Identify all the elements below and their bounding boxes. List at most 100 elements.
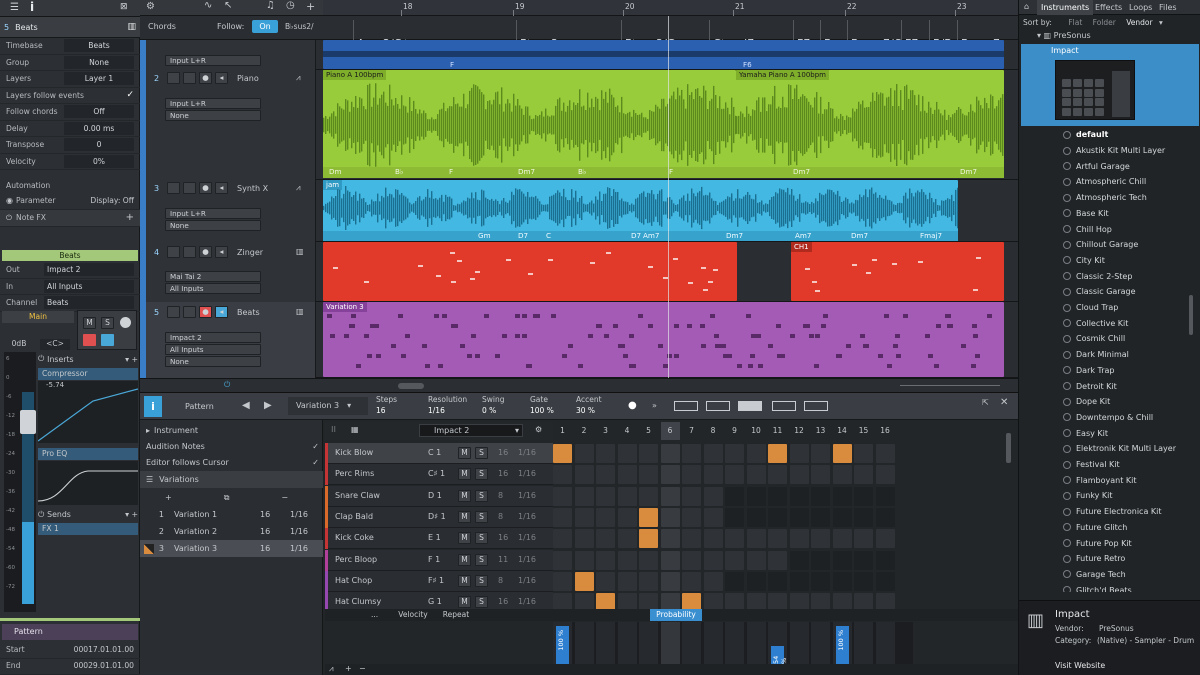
add-track-icon[interactable]: + bbox=[306, 0, 315, 13]
channel-value[interactable]: Beats bbox=[44, 296, 134, 310]
step-cell[interactable] bbox=[725, 529, 744, 549]
preset-item[interactable]: Chillout Garage bbox=[1063, 237, 1200, 253]
preset-item[interactable]: Artful Garage bbox=[1063, 158, 1200, 174]
preset-item[interactable]: default bbox=[1063, 127, 1200, 143]
step-cell[interactable] bbox=[596, 507, 615, 527]
monitor-button[interactable]: ◂ bbox=[215, 306, 228, 318]
step-cell[interactable] bbox=[746, 507, 766, 527]
step-cell[interactable] bbox=[746, 465, 766, 485]
step-cell[interactable] bbox=[789, 444, 809, 463]
step-cell[interactable] bbox=[639, 571, 658, 591]
steps-group[interactable]: Steps 16 bbox=[376, 395, 397, 415]
automation-icon[interactable]: ∿ bbox=[204, 0, 212, 11]
add-variation-icon[interactable]: + bbox=[165, 493, 172, 502]
instrument-mute-button[interactable]: M bbox=[458, 574, 471, 587]
step-cell[interactable] bbox=[617, 593, 637, 609]
track-name[interactable]: Piano bbox=[237, 74, 259, 83]
step-cell[interactable] bbox=[875, 486, 895, 506]
out-value[interactable]: Impact 2 bbox=[44, 263, 134, 277]
mute-button[interactable]: M bbox=[83, 317, 96, 329]
preset-item[interactable]: Future Pop Kit bbox=[1063, 535, 1200, 551]
instrument-solo-button[interactable]: S bbox=[475, 510, 488, 523]
step-cell[interactable] bbox=[746, 550, 766, 570]
step-cell[interactable] bbox=[725, 465, 744, 485]
pan-readout[interactable]: <C> bbox=[40, 339, 70, 350]
step-cell[interactable] bbox=[746, 593, 766, 609]
step-cell[interactable] bbox=[682, 593, 701, 609]
probability-bar[interactable]: 54 % bbox=[771, 646, 788, 664]
display-off[interactable]: Display: Off bbox=[90, 196, 134, 205]
horizontal-scrollbar[interactable] bbox=[398, 383, 424, 389]
home-icon[interactable]: ⌂ bbox=[1024, 2, 1029, 11]
instrument-mute-button[interactable]: M bbox=[458, 532, 471, 545]
preset-item[interactable]: Downtempo & Chill bbox=[1063, 410, 1200, 426]
sort-options-icon[interactable]: ▾ bbox=[1159, 18, 1163, 27]
step-cell[interactable] bbox=[789, 550, 809, 570]
view-button-4[interactable] bbox=[772, 401, 796, 411]
step-cell[interactable] bbox=[768, 550, 787, 570]
variation-select[interactable]: Variation 3 ▾ bbox=[288, 397, 368, 415]
step-cell[interactable] bbox=[811, 486, 830, 506]
step-cell[interactable] bbox=[553, 444, 572, 463]
probability-cell[interactable] bbox=[639, 622, 658, 664]
step-cell[interactable] bbox=[854, 507, 873, 527]
send-fx1[interactable]: FX 1 bbox=[38, 523, 138, 535]
monitor-icon[interactable] bbox=[120, 317, 131, 328]
audio-clip-piano-b[interactable]: Yamaha Piano A 100bpm bbox=[736, 70, 1004, 178]
playhead[interactable] bbox=[668, 16, 669, 378]
clock-icon[interactable]: ◷ bbox=[286, 0, 295, 11]
preset-item[interactable]: Classic Garage bbox=[1063, 284, 1200, 300]
preset-item[interactable]: Collective Kit bbox=[1063, 315, 1200, 331]
step-cell[interactable] bbox=[660, 593, 680, 609]
lane-tab-repeat[interactable]: Repeat bbox=[437, 609, 475, 621]
follow-check-icon[interactable]: ✓ bbox=[312, 458, 319, 467]
probability-lane[interactable]: 100 % 54 % 100 % bbox=[553, 622, 913, 664]
track-input[interactable]: Mai Tai 2 bbox=[165, 271, 261, 282]
step-cell[interactable] bbox=[789, 486, 809, 506]
step-cell[interactable] bbox=[875, 571, 895, 591]
step-cell[interactable] bbox=[725, 571, 744, 591]
step-cell[interactable] bbox=[703, 571, 723, 591]
tab-instruments[interactable]: Instruments bbox=[1037, 0, 1094, 15]
preset-item[interactable]: Atmospheric Tech bbox=[1063, 190, 1200, 206]
step-cell[interactable] bbox=[832, 507, 852, 527]
in-row[interactable]: In All Inputs bbox=[0, 279, 140, 295]
mute-button[interactable] bbox=[167, 72, 180, 84]
step-cell[interactable] bbox=[660, 486, 680, 506]
instrument-mute-button[interactable]: M bbox=[458, 596, 471, 609]
step-cell[interactable] bbox=[789, 571, 809, 591]
probability-cell[interactable] bbox=[811, 622, 830, 664]
step-cell[interactable] bbox=[811, 507, 830, 527]
mute-button[interactable] bbox=[167, 306, 180, 318]
view-button-3[interactable] bbox=[738, 401, 762, 411]
instrument-row[interactable]: Perc Bloop F 1 M S 11 1/16 bbox=[325, 549, 553, 571]
instrument-solo-button[interactable]: S bbox=[475, 447, 488, 459]
instrument-mute-button[interactable]: M bbox=[458, 468, 471, 481]
preset-item[interactable]: Atmospheric Chill bbox=[1063, 174, 1200, 190]
step-cell[interactable] bbox=[660, 550, 680, 570]
instrument-row[interactable]: Hat Clumsy G 1 M S 16 1/16 bbox=[325, 592, 553, 609]
close-icon[interactable]: ✕ bbox=[1000, 397, 1008, 408]
step-cell[interactable] bbox=[703, 529, 723, 549]
preset-item[interactable]: Future Glitch bbox=[1063, 520, 1200, 536]
in-value[interactable]: All Inputs bbox=[44, 279, 134, 293]
inspector-row[interactable]: Transpose 0 bbox=[0, 137, 140, 154]
wrench-icon[interactable]: ⚙ bbox=[535, 425, 542, 434]
step-cell[interactable] bbox=[832, 465, 852, 485]
step-cell[interactable] bbox=[596, 550, 615, 570]
step-cell[interactable] bbox=[574, 529, 594, 549]
instrument-row[interactable]: Kick Coke E 1 M S 16 1/16 bbox=[325, 528, 553, 550]
inspector-value[interactable]: Beats bbox=[64, 39, 134, 53]
preset-item[interactable]: Dark Trap bbox=[1063, 363, 1200, 379]
swing-group[interactable]: Swing 0 % bbox=[482, 395, 505, 415]
step-cell[interactable] bbox=[875, 444, 895, 463]
track-name[interactable]: Beats bbox=[237, 308, 260, 317]
step-cell[interactable] bbox=[617, 444, 637, 463]
solo-button[interactable]: S bbox=[101, 317, 114, 329]
pointer-icon[interactable]: ↖ bbox=[224, 0, 232, 11]
step-cell[interactable] bbox=[660, 507, 680, 527]
step-cell[interactable] bbox=[811, 465, 830, 485]
step-cell[interactable] bbox=[768, 571, 787, 591]
timeline-ruler[interactable]: 18 19 20 21 22 23 bbox=[323, 0, 1018, 16]
record-button[interactable]: ● bbox=[199, 306, 212, 318]
